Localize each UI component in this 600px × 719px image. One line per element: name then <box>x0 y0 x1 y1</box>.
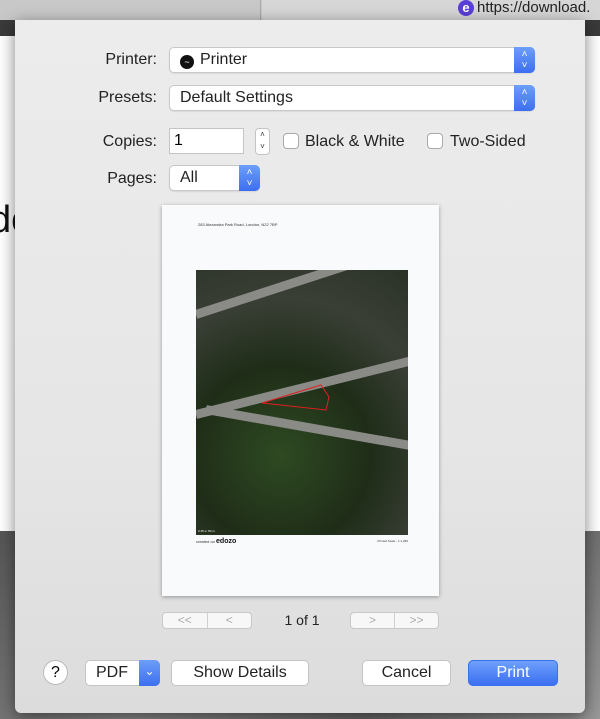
copies-field[interactable]: 1 <box>169 128 244 154</box>
printer-select[interactable]: ~ Printer ˄ ˅ <box>169 47 535 73</box>
divider <box>260 0 261 20</box>
aerial-map: 0 25 m 50 m <box>196 270 408 535</box>
pager-forward[interactable]: > >> <box>350 612 439 629</box>
show-details-button[interactable]: Show Details <box>171 660 309 686</box>
print-dialog: Printer: ~ Printer ˄ ˅ Presets: Default Set… <box>15 20 585 713</box>
last-page-button[interactable]: >> <box>394 613 438 628</box>
presets-label: Presets: <box>98 89 157 106</box>
pdf-menu-button[interactable]: PDF ⌄ <box>85 660 160 686</box>
parcel-outline <box>261 384 330 411</box>
chevron-updown-icon: ˄ ˅ <box>514 47 535 73</box>
created-by: created on edozo <box>196 538 237 545</box>
two-sided-checkbox[interactable] <box>427 133 443 149</box>
preview-address: 283 Alexandra Park Road, London, N22 7BP <box>198 222 278 227</box>
black-white-label: Black & White <box>305 133 405 150</box>
pages-label: Pages: <box>107 170 157 187</box>
page-info: 1 of 1 <box>284 612 320 628</box>
print-preview: 283 Alexandra Park Road, London, N22 7BP… <box>162 205 439 596</box>
site-icon: e <box>458 0 474 16</box>
help-button[interactable]: ? <box>43 660 68 685</box>
print-button[interactable]: Print <box>468 660 558 686</box>
two-sided-label: Two-Sided <box>450 133 526 150</box>
pdf-label: PDF <box>96 664 128 681</box>
pages-value: All <box>180 169 198 186</box>
black-white-checkbox[interactable] <box>283 133 299 149</box>
printer-value: Printer <box>200 51 248 68</box>
prev-page-button[interactable]: < <box>206 613 252 628</box>
pages-select[interactable]: All ˄ ˅ <box>169 165 260 191</box>
tab-url: https://download. <box>477 0 591 16</box>
presets-value: Default Settings <box>180 89 293 106</box>
pager-back[interactable]: << < <box>162 612 252 629</box>
printer-icon: ~ <box>180 55 194 69</box>
next-page-button[interactable]: > <box>351 613 394 628</box>
edozo-logo: edozo <box>216 538 237 545</box>
browser-tab[interactable]: e https://download. <box>262 0 600 20</box>
copies-stepper[interactable]: ˄ ˅ <box>255 128 270 155</box>
first-page-button[interactable]: << <box>163 613 207 628</box>
chevron-down-icon: ⌄ <box>139 660 160 686</box>
copies-label: Copies: <box>102 133 157 150</box>
cancel-button[interactable]: Cancel <box>362 660 451 686</box>
chevron-updown-icon: ˄ ˅ <box>239 165 260 191</box>
presets-select[interactable]: Default Settings ˄ ˅ <box>169 85 535 111</box>
printed-scale: Printed Scale - 1:1,250 <box>377 539 408 543</box>
scale-bar: 0 25 m 50 m <box>198 529 215 533</box>
printer-label: Printer: <box>105 51 157 68</box>
chevron-updown-icon: ˄ ˅ <box>514 85 535 111</box>
